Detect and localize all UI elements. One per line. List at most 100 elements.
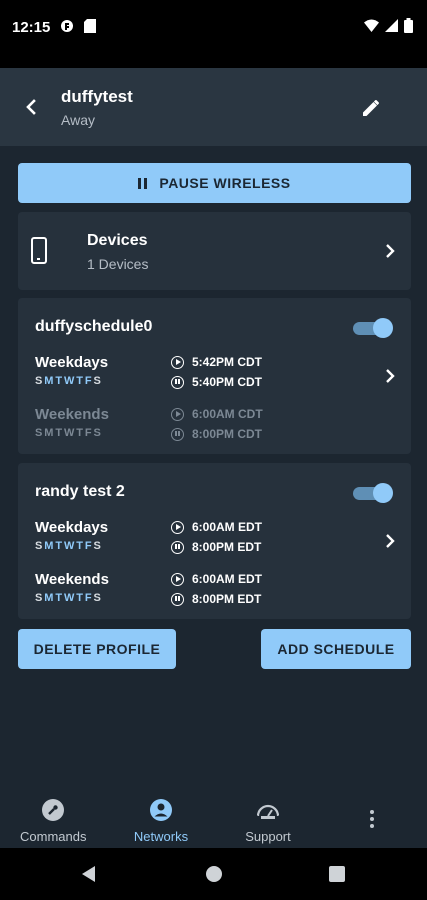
day-letter: T (55, 592, 64, 604)
day-letter: T (76, 375, 85, 387)
play-circle-icon (171, 520, 184, 534)
nav-support[interactable]: Support (242, 798, 294, 844)
app-bar: duffytest Away (0, 68, 427, 146)
day-letter: S (35, 427, 45, 439)
chevron-left-icon (26, 99, 36, 115)
wrench-icon (42, 799, 64, 821)
pause-circle-icon (171, 427, 184, 441)
play-circle-icon (171, 407, 184, 421)
day-letter: M (44, 427, 56, 439)
chevron-right-icon (386, 244, 395, 258)
start-time: 6:00AM EDT (171, 572, 262, 586)
play-circle-icon (171, 572, 184, 586)
day-letter: T (76, 592, 85, 604)
day-letter: M (44, 592, 56, 604)
day-letter: S (35, 375, 45, 387)
day-letter: T (55, 375, 64, 387)
row-label: Weekdays (35, 519, 109, 536)
day-indicators: SMTWTFS (35, 592, 103, 604)
add-schedule-button[interactable]: ADD SCHEDULE (261, 629, 411, 669)
day-letter: W (63, 592, 77, 604)
page-subtitle: Away (61, 112, 95, 128)
end-time: 8:00PM EDT (171, 592, 261, 606)
pause-wireless-label: PAUSE WIRELESS (159, 175, 291, 191)
row-label: Weekends (35, 571, 109, 588)
devices-card[interactable]: Devices 1 Devices (18, 212, 411, 290)
system-recents-icon[interactable] (329, 866, 345, 882)
system-navigation-bar (0, 848, 427, 900)
schedule-name: randy test 2 (35, 483, 125, 500)
delete-profile-button[interactable]: DELETE PROFILE (18, 629, 176, 669)
schedule-toggle[interactable] (353, 318, 393, 338)
notification-app-icon (60, 19, 74, 36)
nav-label: Networks (133, 829, 189, 844)
day-letter: F (84, 427, 94, 439)
phone-screen: 12:15 duffytest Away PAUSE WIRELESS Devi… (0, 0, 427, 900)
day-letter: W (63, 375, 77, 387)
nav-label: Commands (20, 829, 87, 844)
more-vert-icon[interactable] (370, 810, 376, 831)
day-letter: S (93, 592, 103, 604)
pause-icon (138, 177, 148, 189)
pause-circle-icon (171, 592, 184, 606)
schedule-toggle[interactable] (353, 483, 393, 503)
day-letter: W (63, 540, 77, 552)
start-time: 5:42PM CDT (171, 355, 262, 369)
day-indicators: SMTWTFS (35, 540, 103, 552)
day-letter: S (35, 540, 45, 552)
day-letter: S (93, 375, 103, 387)
day-letter: T (76, 540, 85, 552)
day-letter: W (63, 427, 77, 439)
day-letter: F (84, 540, 94, 552)
day-letter: S (35, 592, 45, 604)
devices-title: Devices (87, 232, 148, 249)
signal-icon (385, 19, 398, 32)
wifi-icon (364, 19, 379, 32)
nav-label: Support (245, 829, 291, 844)
pencil-icon (363, 100, 379, 116)
pause-wireless-button[interactable]: PAUSE WIRELESS (18, 163, 411, 203)
schedule-card[interactable]: randy test 2 Weekdays SMTWTFS 6:00AM EDT… (18, 463, 411, 619)
system-back-icon[interactable] (82, 866, 95, 882)
status-bar: 12:15 (0, 0, 427, 68)
sd-card-icon (84, 19, 96, 36)
battery-icon (404, 18, 413, 33)
status-time: 12:15 (12, 19, 51, 36)
pause-circle-icon (171, 375, 184, 389)
day-letter: M (44, 375, 56, 387)
bottom-navigation: Commands Networks Support (0, 792, 427, 848)
end-time: 8:00PM CDT (171, 427, 262, 441)
start-time: 6:00AM CDT (171, 407, 263, 421)
devices-count: 1 Devices (87, 256, 149, 272)
end-time: 8:00PM EDT (171, 540, 261, 554)
day-letter: T (55, 427, 64, 439)
schedule-row-weekends: Weekends SMTWTFS 6:00AM CDT 8:00PM CDT (35, 406, 375, 446)
row-label: Weekends (35, 406, 109, 423)
start-time: 6:00AM EDT (171, 520, 262, 534)
row-label: Weekdays (35, 354, 109, 371)
day-letter: F (84, 375, 94, 387)
day-letter: S (93, 540, 103, 552)
status-icons (364, 18, 413, 33)
nav-commands[interactable]: Commands (20, 798, 86, 844)
schedule-row-weekdays: Weekdays SMTWTFS 6:00AM EDT 8:00PM EDT (35, 519, 375, 559)
day-letter: M (44, 540, 56, 552)
edit-button[interactable] (357, 92, 387, 122)
day-letter: T (55, 540, 64, 552)
nav-networks[interactable]: Networks (127, 798, 195, 844)
back-button[interactable] (16, 92, 46, 122)
day-letter: F (84, 592, 94, 604)
pause-circle-icon (171, 540, 184, 554)
schedule-card[interactable]: duffyschedule0 Weekdays SMTWTFS 5:42PM C… (18, 298, 411, 454)
account-circle-icon (150, 799, 172, 821)
schedule-row-weekdays: Weekdays SMTWTFS 5:42PM CDT 5:40PM CDT (35, 354, 375, 394)
day-letter: S (93, 427, 103, 439)
chevron-right-icon (386, 369, 395, 383)
schedule-row-weekends: Weekends SMTWTFS 6:00AM EDT 8:00PM EDT (35, 571, 375, 611)
speedometer-icon (256, 804, 280, 819)
day-indicators: SMTWTFS (35, 375, 103, 387)
play-circle-icon (171, 355, 184, 369)
end-time: 5:40PM CDT (171, 375, 262, 389)
system-home-icon[interactable] (206, 866, 222, 882)
day-letter: T (76, 427, 85, 439)
